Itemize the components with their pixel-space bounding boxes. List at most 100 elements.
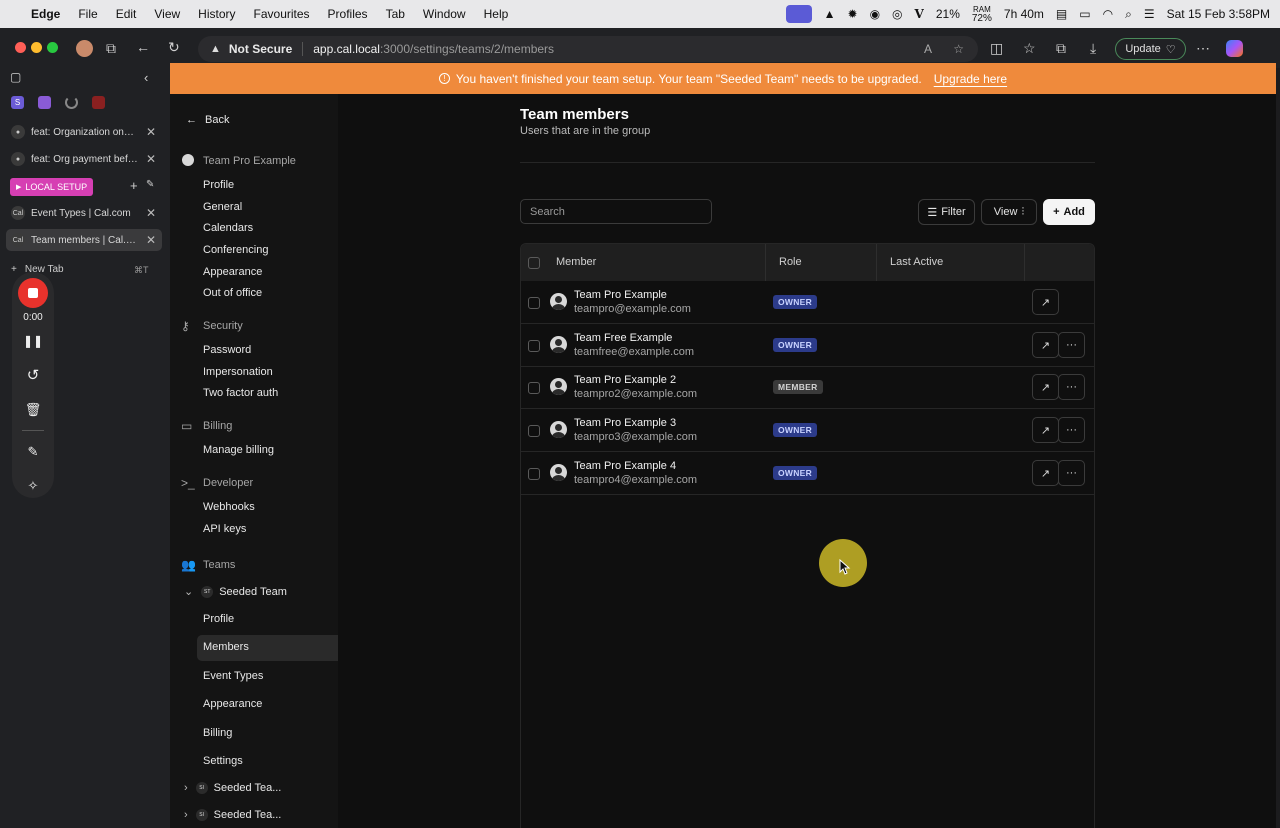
nav-webhooks[interactable]: Webhooks — [203, 501, 255, 513]
menu-window[interactable]: Window — [414, 7, 475, 21]
nav-manage-billing[interactable]: Manage billing — [203, 444, 274, 456]
nav-password[interactable]: Password — [203, 344, 251, 356]
nav-team-billing[interactable]: Billing — [203, 727, 232, 739]
more-actions-button[interactable]: ··· — [1058, 332, 1085, 358]
favourites-icon[interactable]: ☆ — [1023, 40, 1036, 57]
edit-pencil-icon[interactable]: ✎ — [146, 179, 154, 190]
search-icon[interactable]: ⌕ — [1125, 7, 1132, 22]
add-to-group-icon[interactable]: + — [130, 178, 138, 193]
split-screen-icon[interactable]: ◫ — [990, 40, 1003, 57]
minimize-window-button[interactable] — [31, 42, 42, 53]
restart-icon[interactable]: ↺ — [12, 366, 54, 384]
downloads-icon[interactable]: ⤓ — [1090, 40, 1096, 57]
menu-tab[interactable]: Tab — [377, 7, 414, 21]
table-row[interactable]: Team Pro Example 2 teampro2@example.com … — [521, 366, 1094, 409]
menu-file[interactable]: File — [69, 7, 106, 21]
nav-team-event-types[interactable]: Event Types — [203, 670, 263, 682]
select-all-checkbox[interactable] — [528, 257, 540, 269]
menu-favourites[interactable]: Favourites — [245, 7, 319, 21]
close-tab-icon[interactable]: ✕ — [146, 233, 156, 247]
menu-profiles[interactable]: Profiles — [319, 7, 377, 21]
menu-help[interactable]: Help — [475, 7, 518, 21]
back-link[interactable]: ← Back — [186, 114, 229, 126]
nav-impersonation[interactable]: Impersonation — [203, 366, 273, 378]
close-window-button[interactable] — [15, 42, 26, 53]
close-tab-icon[interactable]: ✕ — [146, 152, 156, 166]
table-row[interactable]: Team Pro Example 3 teampro3@example.com … — [521, 409, 1094, 452]
column-last-active[interactable]: Last Active — [890, 256, 943, 268]
control-center-icon[interactable]: ☰ — [1144, 7, 1155, 21]
nav-team-members-active[interactable]: Members — [197, 635, 338, 661]
more-actions-button[interactable]: ··· — [1058, 417, 1085, 443]
update-button[interactable]: Update ♡ — [1115, 38, 1186, 60]
table-row[interactable]: Team Pro Example teampro@example.com OWN… — [521, 281, 1094, 324]
team-seeded-team-collapsed[interactable]: › SI Seeded Tea... — [184, 782, 281, 795]
close-tab-icon[interactable]: ✕ — [146, 206, 156, 220]
nav-team-appearance[interactable]: Appearance — [203, 698, 262, 710]
team-seeded-team[interactable]: ⌄ ST Seeded Team — [184, 585, 287, 599]
tab-group-label[interactable]: ▶ LOCAL SETUP — [10, 178, 94, 196]
tab-item[interactable]: Cal Event Types | Cal.com ✕ — [6, 202, 162, 224]
add-member-button[interactable]: + Add — [1043, 199, 1095, 225]
profile-avatar[interactable] — [76, 40, 93, 57]
read-aloud-icon[interactable]: A — [924, 42, 932, 56]
view-button[interactable]: View ⫶ — [981, 199, 1037, 225]
pencil-icon[interactable]: ✎ — [12, 444, 54, 460]
stop-recording-button[interactable] — [18, 278, 48, 308]
nav-two-factor-auth[interactable]: Two factor auth — [203, 387, 278, 399]
pinned-tab-loading[interactable] — [65, 96, 78, 109]
menu-app-name[interactable]: Edge — [22, 7, 69, 21]
zoom-window-button[interactable] — [47, 42, 58, 53]
workspaces-icon[interactable]: ⧉ — [106, 40, 116, 57]
table-row[interactable]: Team Pro Example 4 teampro4@example.com … — [521, 452, 1094, 495]
nav-conferencing[interactable]: Conferencing — [203, 244, 268, 256]
more-actions-button[interactable]: ··· — [1058, 460, 1085, 486]
v-icon[interactable]: V — [915, 7, 924, 21]
menu-view[interactable]: View — [145, 7, 189, 21]
external-link-button[interactable]: ↗ — [1032, 417, 1059, 443]
column-role[interactable]: Role — [779, 256, 802, 268]
column-member[interactable]: Member — [556, 256, 596, 268]
trash-icon[interactable]: 🗑 — [12, 402, 54, 418]
table-row[interactable]: Team Free Example teamfree@example.com O… — [521, 324, 1094, 367]
nav-profile[interactable]: Profile — [203, 179, 234, 191]
row-checkbox[interactable] — [528, 425, 540, 437]
team-seeded-team-collapsed[interactable]: › SI Seeded Tea... — [184, 809, 281, 822]
not-secure-label[interactable]: Not Secure — [229, 42, 292, 56]
copilot-icon[interactable] — [1226, 40, 1243, 57]
collections-icon[interactable]: ⧉ — [1056, 40, 1066, 57]
more-actions-button[interactable]: ··· — [1058, 374, 1085, 400]
external-link-button[interactable]: ↗ — [1032, 374, 1059, 400]
menu-edit[interactable]: Edit — [107, 7, 146, 21]
row-checkbox[interactable] — [528, 297, 540, 309]
row-checkbox[interactable] — [528, 468, 540, 480]
row-checkbox[interactable] — [528, 340, 540, 352]
nav-calendars[interactable]: Calendars — [203, 222, 253, 234]
pinned-tab-s[interactable]: S — [11, 96, 24, 109]
nav-appearance[interactable]: Appearance — [203, 266, 262, 278]
pause-icon[interactable]: ❚❚ — [12, 334, 54, 348]
back-arrow-icon[interactable]: ← — [136, 39, 150, 55]
row-checkbox[interactable] — [528, 382, 540, 394]
search-input[interactable] — [520, 199, 712, 224]
nav-team-settings[interactable]: Settings — [203, 755, 243, 767]
nav-general[interactable]: General — [203, 201, 242, 213]
upgrade-link[interactable]: Upgrade here — [934, 72, 1007, 86]
external-link-button[interactable]: ↗ — [1032, 289, 1059, 315]
keyboard-icon[interactable]: ▤ — [1056, 7, 1067, 21]
datetime[interactable]: Sat 15 Feb 3:58PM — [1167, 7, 1270, 21]
tab-item[interactable]: ● feat: Org payment before ✕ — [6, 148, 162, 170]
external-link-button[interactable]: ↗ — [1032, 332, 1059, 358]
nav-out-of-office[interactable]: Out of office — [203, 287, 262, 299]
sparkle-icon[interactable]: ✧ — [12, 478, 54, 494]
warning-triangle-icon[interactable]: ▲ — [824, 7, 836, 21]
gear-icon[interactable]: ✹ — [848, 7, 858, 21]
refresh-icon[interactable]: ↻ — [168, 39, 180, 56]
target-icon[interactable]: ◎ — [892, 7, 902, 21]
more-options-icon[interactable]: ⋯ — [1196, 40, 1210, 57]
menu-history[interactable]: History — [189, 7, 244, 21]
address-bar[interactable]: ▲ Not Secure app.cal.local :3000/setting… — [198, 36, 978, 62]
external-link-button[interactable]: ↗ — [1032, 460, 1059, 486]
vpn-icon[interactable]: ◉ — [870, 7, 880, 21]
favourite-star-icon[interactable]: ☆ — [953, 42, 964, 56]
